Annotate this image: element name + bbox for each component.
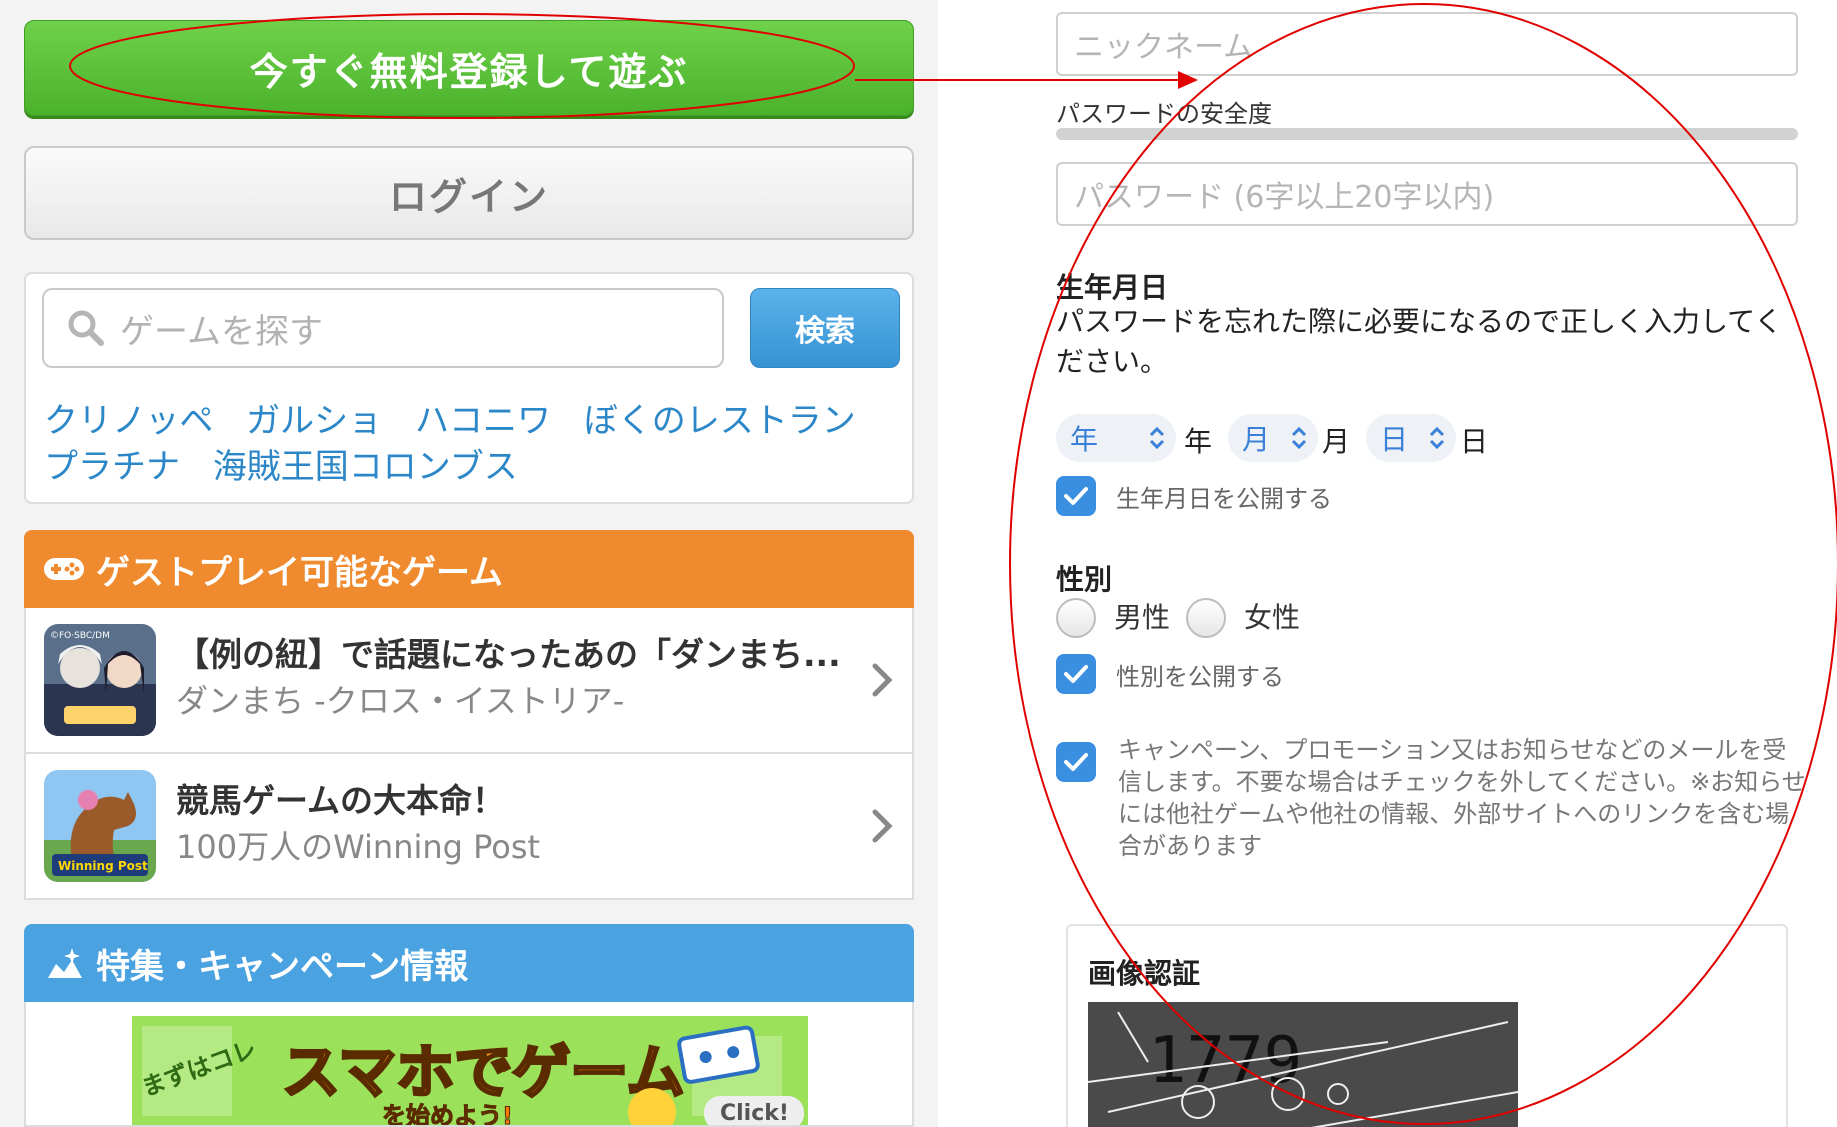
year-select[interactable]: 年 xyxy=(1056,414,1176,462)
tag-link[interactable]: ガルショ xyxy=(246,401,382,441)
birthdate-publish-row: 生年月日を公開する xyxy=(1056,476,1332,516)
tag-link[interactable]: クリノッペ xyxy=(44,401,213,441)
birthdate-description: パスワードを忘れた際に必要になるので正しく入力してください。 xyxy=(1056,305,1783,378)
female-radio[interactable] xyxy=(1186,598,1226,638)
nickname-input[interactable]: ニックネーム xyxy=(1056,12,1798,76)
game-title: 競馬ゲームの大本命！ xyxy=(176,781,506,820)
search-button[interactable]: 検索 xyxy=(750,288,900,368)
guest-section-title: ゲストプレイ可能なゲーム xyxy=(96,552,503,593)
search-input[interactable]: ゲームを探す xyxy=(42,288,724,368)
register-button[interactable]: 今すぐ無料登録して遊ぶ xyxy=(24,20,914,116)
mobile-home-screen: 今すぐ無料登録して遊ぶ ログイン ゲームを探す 検索 クリノッペ ガルショ ハコ… xyxy=(0,0,938,1127)
gender-publish-checkbox[interactable] xyxy=(1056,654,1096,694)
tags-line-2: プラチナ 海賊王国コロンブス xyxy=(44,444,904,490)
game-thumbnail: ©FO·SBC/DM xyxy=(44,624,156,736)
banner-click-label: Click! xyxy=(720,1101,789,1126)
password-placeholder: パスワード (6字以上20字以内) xyxy=(1074,180,1495,215)
promo-row xyxy=(1056,742,1096,782)
popular-tags: クリノッペ ガルショ ハコニワ ぼくのレストラン プラチナ 海賊王国コロンブス xyxy=(44,398,904,490)
updown-arrow-icon xyxy=(1149,426,1165,450)
checkmark-icon xyxy=(1064,753,1088,771)
game-title: 【例の紐】で話題になったあの「ダンまち... xyxy=(176,635,841,674)
tag-link[interactable]: 海賊王国コロンブス xyxy=(213,447,518,487)
promo-mail-label: キャンペーン、プロモーション又はお知らせなどのメールを受信します。不要な場合はチ… xyxy=(1118,736,1806,860)
year-select-value: 年 xyxy=(1070,423,1099,456)
gender-publish-label: 性別を公開する xyxy=(1116,662,1284,691)
birthdate-publish-checkbox[interactable] xyxy=(1056,476,1096,516)
year-unit: 年 xyxy=(1184,425,1213,458)
birthdate-publish-label: 生年月日を公開する xyxy=(1116,484,1332,513)
login-button[interactable]: ログイン xyxy=(24,146,914,240)
checkmark-icon xyxy=(1064,665,1088,683)
gender-heading: 性別 xyxy=(1056,563,1113,596)
birthdate-heading: 生年月日 xyxy=(1056,271,1169,304)
captcha-image: 1779 xyxy=(1088,1002,1518,1127)
gamepad-icon xyxy=(44,558,84,580)
campaign-section-title: 特集・キャンペーン情報 xyxy=(96,946,469,987)
game-list-item[interactable]: ©FO·SBC/DM 【例の紐】で話題になったあの「ダンまち... ダンまち -… xyxy=(24,608,914,754)
guest-section-header: ゲストプレイ可能なゲーム xyxy=(24,530,914,608)
month-unit: 月 xyxy=(1322,425,1351,458)
campaign-banner[interactable]: まずはコレ スマホでゲーム を始めよう! Click! xyxy=(132,1016,808,1127)
tag-link[interactable]: プラチナ xyxy=(44,447,180,487)
game-list-item[interactable]: Winning Post 競馬ゲームの大本命！ 100万人のWinning Po… xyxy=(24,754,914,900)
nickname-placeholder: ニックネーム xyxy=(1074,30,1254,65)
male-label: 男性 xyxy=(1114,601,1171,634)
male-radio[interactable] xyxy=(1056,598,1096,638)
gender-publish-row: 性別を公開する xyxy=(1056,654,1284,694)
tag-link[interactable]: ハコニワ xyxy=(415,401,551,441)
checkmark-icon xyxy=(1064,487,1088,505)
captcha-code: 1779 xyxy=(1148,1024,1302,1098)
tag-link[interactable]: ぼくのレストラン xyxy=(584,401,856,441)
registration-form: ニックネーム パスワードの安全度 パスワード (6字以上20字以内) 生年月日 … xyxy=(938,0,1837,1127)
thumb-logo: Winning Post xyxy=(58,859,148,873)
updown-arrow-icon xyxy=(1429,426,1445,450)
captcha-card: 画像認証 1779 xyxy=(1066,924,1788,1127)
game-subtitle: ダンまち -クロス・イストリア- xyxy=(176,682,625,720)
password-strength-label: パスワードの安全度 xyxy=(1056,100,1272,128)
banner-headline: スマホでゲーム xyxy=(282,1038,685,1106)
month-select-value: 月 xyxy=(1242,423,1271,456)
password-input[interactable]: パスワード (6字以上20字以内) xyxy=(1056,162,1798,226)
day-unit: 日 xyxy=(1460,425,1489,458)
day-select-value: 日 xyxy=(1380,423,1409,456)
day-select[interactable]: 日 xyxy=(1366,414,1456,462)
game-subtitle: 100万人のWinning Post xyxy=(176,828,541,866)
chevron-right-icon xyxy=(872,809,893,843)
game-thumbnail: Winning Post xyxy=(44,770,156,882)
month-select[interactable]: 月 xyxy=(1228,414,1318,462)
password-strength-bar xyxy=(1056,128,1798,140)
search-card: ゲームを探す 検索 クリノッペ ガルショ ハコニワ ぼくのレストラン プラチナ … xyxy=(24,272,914,504)
sparkle-icon xyxy=(48,948,82,978)
banner-area: まずはコレ スマホでゲーム を始めよう! Click! xyxy=(24,1002,914,1127)
banner-subtext: を始めよう! xyxy=(382,1102,513,1127)
campaign-section-header: 特集・キャンペーン情報 xyxy=(24,924,914,1002)
tags-line-1: クリノッペ ガルショ ハコニワ ぼくのレストラン xyxy=(44,398,904,444)
promo-mail-checkbox[interactable] xyxy=(1056,742,1096,782)
search-placeholder: ゲームを探す xyxy=(120,311,323,352)
thumb-copyright: ©FO·SBC/DM xyxy=(50,631,110,641)
updown-arrow-icon xyxy=(1291,426,1307,450)
female-label: 女性 xyxy=(1244,601,1301,634)
captcha-heading: 画像認証 xyxy=(1088,957,1201,990)
search-icon xyxy=(68,310,104,346)
chevron-right-icon xyxy=(872,663,893,697)
